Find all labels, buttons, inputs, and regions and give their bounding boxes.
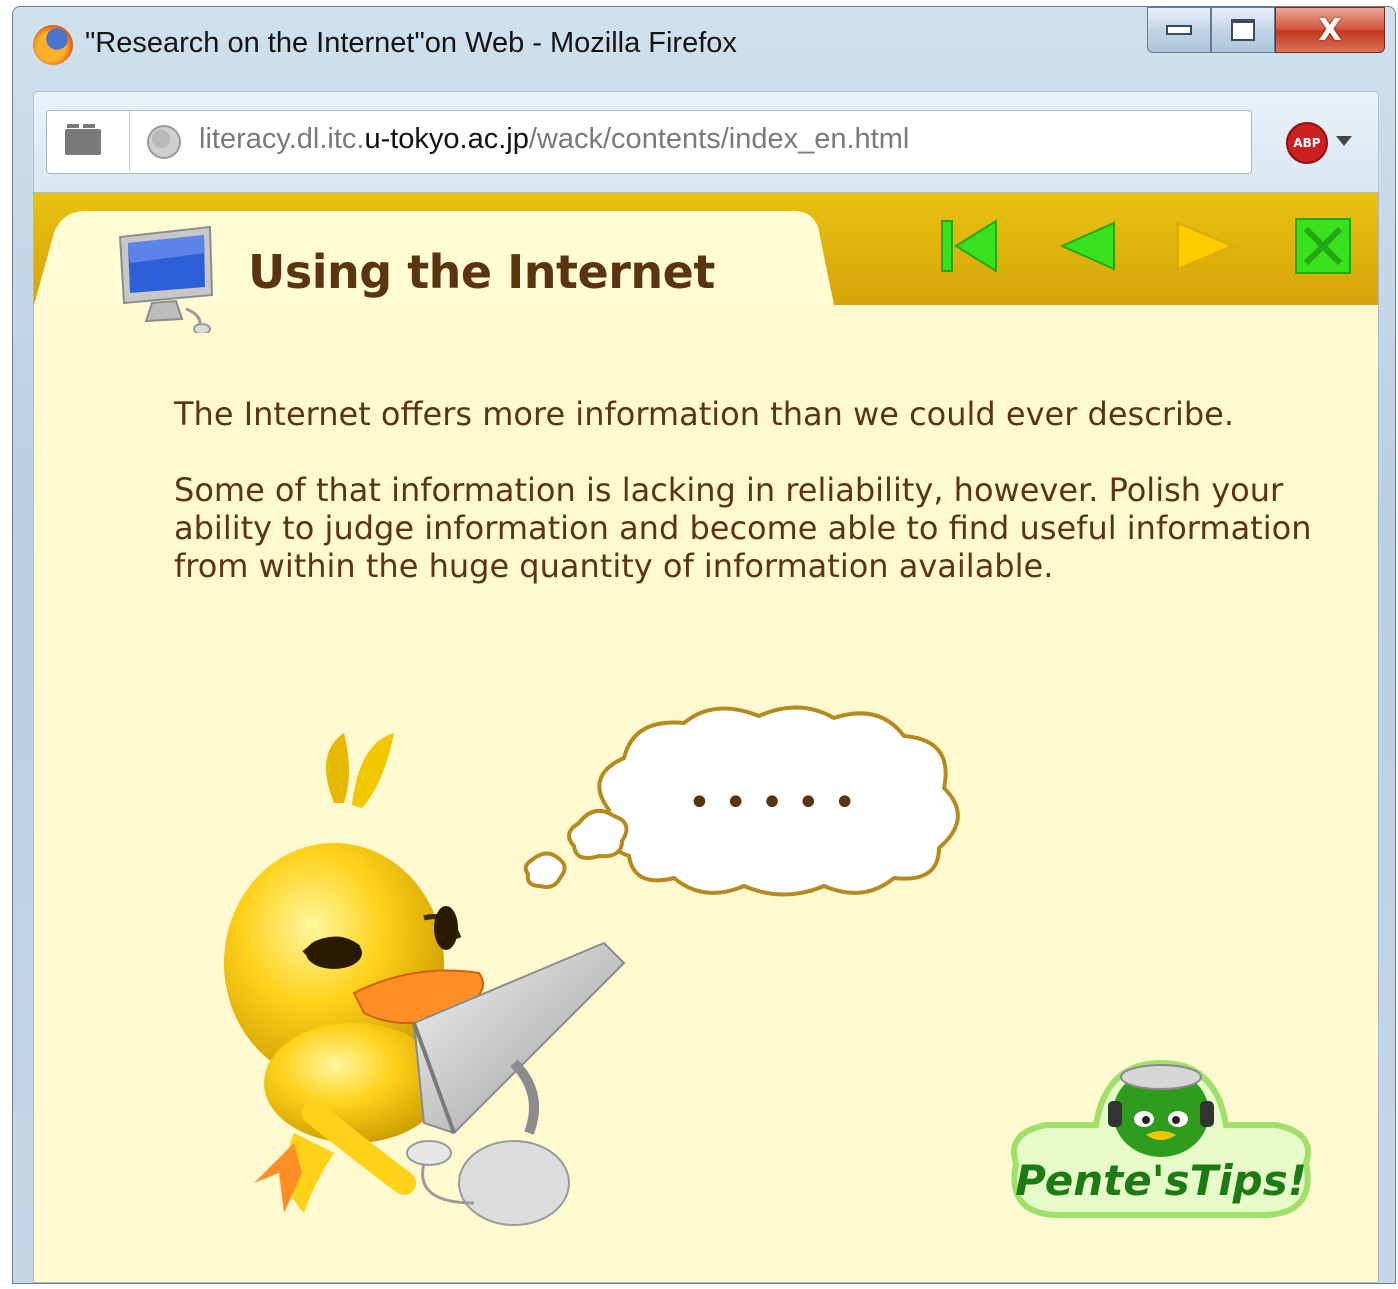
navigation-toolbar: literacy.dl.itc.u-tokyo.ac.jp/wack/conte… [33, 91, 1379, 193]
site-identity-button[interactable] [47, 111, 130, 171]
browser-window: "Research on the Internet"on Web - Mozil… [12, 6, 1396, 1284]
page-title: Using the Internet [248, 245, 715, 299]
url-host: u-tokyo.ac.jp [364, 123, 529, 155]
chick-at-computer-illustration [224, 733, 626, 1226]
url-text[interactable]: literacy.dl.itc.u-tokyo.ac.jp/wack/conte… [199, 123, 909, 156]
close-icon: X [1318, 12, 1342, 48]
close-page-icon [1295, 218, 1351, 274]
window-title: "Research on the Internet"on Web - Mozil… [85, 27, 737, 59]
window-controls: X [1147, 7, 1385, 53]
url-bar[interactable]: literacy.dl.itc.u-tokyo.ac.jp/wack/conte… [46, 110, 1252, 174]
close-button[interactable]: X [1275, 7, 1385, 53]
pente-tips-logo[interactable]: Pente'sTips! [996, 1053, 1326, 1237]
firefox-logo-icon [33, 25, 73, 65]
previous-page-button[interactable] [1056, 215, 1118, 277]
page-content: Using the Internet The Internet offers m… [33, 192, 1379, 1283]
minimize-icon [1166, 25, 1192, 35]
thought-text: • • • • • [688, 780, 857, 826]
previous-page-icon [1059, 221, 1115, 271]
title-bar[interactable]: "Research on the Internet"on Web - Mozil… [13, 7, 1395, 91]
globe-icon [147, 125, 181, 159]
maximize-icon [1231, 19, 1255, 41]
first-page-icon [941, 219, 997, 273]
maximize-button[interactable] [1211, 7, 1275, 53]
paragraph-1: The Internet offers more information tha… [174, 395, 1235, 433]
url-prefix: literacy.dl.itc. [199, 123, 365, 155]
body-text: The Internet offers more information tha… [174, 395, 1324, 623]
next-page-icon [1177, 221, 1235, 271]
adblock-menu-arrow-icon[interactable] [1336, 136, 1352, 146]
monitor-icon [118, 225, 214, 333]
page-navigation [938, 215, 1354, 277]
first-page-button[interactable] [938, 215, 1000, 277]
logo-text: Pente'sTips! [1015, 1156, 1307, 1205]
paragraph-2: Some of that information is lacking in r… [174, 471, 1312, 585]
minimize-button[interactable] [1147, 7, 1211, 53]
close-page-button[interactable] [1292, 215, 1354, 277]
tab-groups-icon [65, 124, 101, 155]
url-path: /wack/contents/index_en.html [528, 123, 910, 155]
adblock-plus-icon[interactable]: ABP [1286, 122, 1328, 164]
next-page-button[interactable] [1174, 215, 1236, 277]
